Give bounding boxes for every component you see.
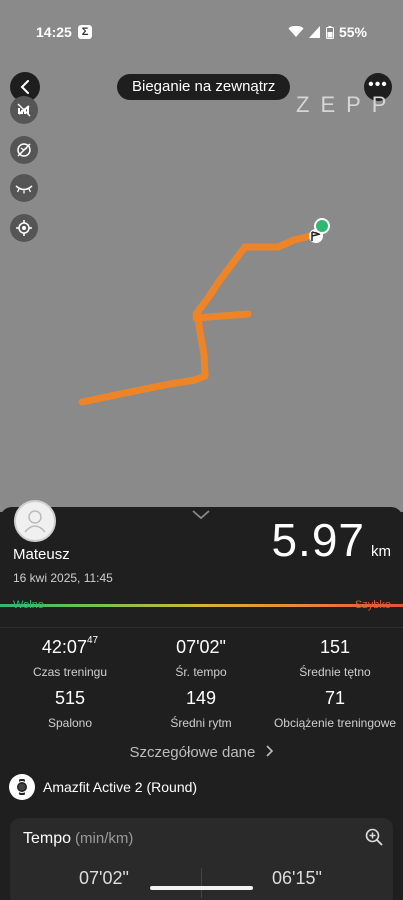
stat-cadence-label: Średni rytm — [170, 716, 232, 730]
stat-calories: 515 Spalono — [3, 688, 137, 730]
distance-display: 5.97 km — [271, 513, 391, 567]
divider — [201, 868, 202, 898]
stat-cadence: 149 Średni rytm — [134, 688, 268, 730]
watch-icon — [9, 774, 35, 800]
tempo-best-value: 06'15" — [272, 868, 322, 888]
user-silhouette-icon — [24, 510, 46, 533]
stat-training-load-value: 71 — [324, 688, 346, 708]
locate-icon — [16, 220, 32, 236]
pace-slow-label: Wolno — [13, 599, 44, 611]
wifi-icon — [288, 26, 304, 37]
tempo-title: Tempo — [23, 830, 72, 847]
status-time: 14:25 — [36, 24, 72, 40]
locate-button[interactable] — [10, 214, 38, 242]
avatar[interactable] — [14, 500, 56, 542]
battery-icon — [325, 25, 334, 39]
back-arrow-icon — [20, 80, 29, 94]
detailed-data-label: Szczegółowe dane — [129, 744, 256, 761]
layers-toggle-button[interactable] — [10, 96, 38, 124]
stat-avg-heart-rate-label: Średnie tętno — [299, 665, 371, 679]
stat-duration-value: 42:07 — [41, 637, 87, 657]
chevron-down-icon[interactable] — [192, 510, 210, 520]
start-marker-icon — [314, 218, 330, 234]
tempo-unit: (min/km) — [75, 830, 134, 847]
stat-avg-pace-label: Śr. tempo — [175, 665, 227, 679]
device-row[interactable]: Amazfit Active 2 (Round) — [9, 774, 197, 800]
stat-avg-pace-value: 07'02" — [176, 637, 226, 657]
workout-title: Bieganie na zewnątrz — [117, 74, 291, 100]
hide-map-button[interactable] — [10, 136, 38, 164]
home-indicator[interactable] — [150, 886, 253, 890]
workout-summary-sheet: Mateusz 16 kwi 2025, 11:45 5.97 km Wolno… — [0, 500, 403, 900]
stat-avg-heart-rate-value: 151 — [319, 637, 351, 657]
divider — [0, 627, 403, 628]
device-name: Amazfit Active 2 (Round) — [43, 779, 198, 795]
pace-fast-label: Szybko — [354, 599, 391, 611]
pace-gradient-bar — [0, 604, 403, 607]
eye-toggle-button[interactable] — [10, 174, 38, 202]
distance-unit: km — [371, 543, 391, 560]
stat-avg-heart-rate: 151 Średnie tętno — [268, 637, 402, 679]
signal-icon — [308, 26, 320, 38]
stat-duration-seconds: 47 — [86, 635, 99, 646]
stat-cadence-value: 149 — [185, 688, 217, 708]
zoom-in-icon[interactable] — [365, 828, 383, 846]
hide-map-icon — [17, 143, 31, 157]
stat-avg-pace: 07'02" Śr. tempo — [134, 637, 268, 679]
zepp-logo: ZEPP — [296, 92, 398, 117]
zepp-notification-icon: Σ — [78, 25, 92, 39]
stat-training-load-label: Obciążenie treningowe — [273, 716, 397, 730]
tempo-avg-value: 07'02" — [79, 868, 129, 888]
layers-off-icon — [17, 103, 31, 117]
eye-closed-icon — [15, 185, 33, 194]
detailed-data-link[interactable]: Szczegółowe dane — [0, 744, 403, 761]
stat-duration: 42:0747 Czas treningu — [3, 635, 137, 679]
user-name: Mateusz — [13, 546, 70, 563]
stat-training-load: 71 Obciążenie treningowe — [268, 688, 402, 730]
stat-calories-label: Spalono — [47, 716, 93, 730]
battery-percent: 55% — [338, 24, 367, 40]
chevron-right-icon — [265, 745, 273, 757]
workout-datetime: 16 kwi 2025, 11:45 — [13, 571, 113, 585]
stat-calories-value: 515 — [54, 688, 86, 708]
status-bar: 14:25 Σ 55% — [0, 0, 403, 62]
stat-duration-label: Czas treningu — [32, 665, 108, 679]
distance-value: 5.97 — [271, 514, 365, 566]
